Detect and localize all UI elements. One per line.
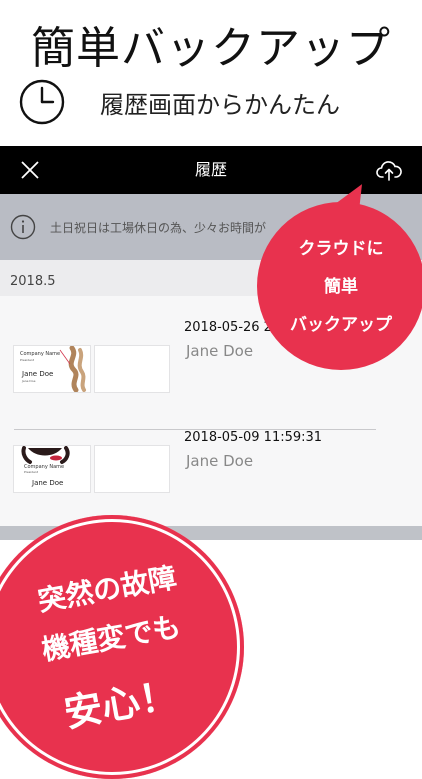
promo-subtitle-row: 履歴画面からかんたん [18, 78, 422, 126]
card-front-thumbnail: Company Name President Jane Doe [14, 446, 90, 492]
card-name: Jane Doe [31, 479, 63, 487]
callout-line: 簡単 [324, 277, 358, 297]
card-small-name: Jane Doe [21, 379, 36, 383]
entry-name: Jane Doe [186, 452, 254, 470]
section-date: 2018.5 [10, 274, 56, 289]
callout-line: バックアップ [290, 315, 392, 335]
card-title: President [20, 358, 35, 362]
list-item[interactable]: Company Name President Jane Doe 2018-05-… [0, 426, 422, 526]
card-back-thumbnail [95, 446, 169, 492]
promo-title: 簡単バックアップ [31, 23, 391, 74]
card-company: Company Name [20, 351, 60, 357]
card-title: President [24, 470, 39, 474]
callout-cloud-backup: クラウドに 簡単 バックアップ [257, 202, 422, 370]
cloud-upload-icon[interactable] [376, 158, 402, 182]
callout-peace-of-mind: 突然の故障 機種変でも 安心！ [0, 515, 244, 779]
callout-line: クラウドに [298, 239, 384, 259]
card-name: Jane Doe [21, 370, 53, 378]
entry-datetime: 2018-05-09 11:59:31 [184, 430, 323, 445]
card-back-thumbnail [95, 346, 169, 392]
callout-line: 安心！ [60, 672, 181, 736]
clock-icon [19, 79, 65, 125]
card-front-thumbnail: Company Name President Jane Doe Jane Doe [14, 346, 90, 392]
promo-subtitle: 履歴画面からかんたん [100, 90, 340, 119]
notice-text: 土日祝日は工場休日の為、少々お時間が [50, 220, 267, 235]
entry-name: Jane Doe [186, 342, 254, 360]
info-icon [10, 214, 36, 240]
